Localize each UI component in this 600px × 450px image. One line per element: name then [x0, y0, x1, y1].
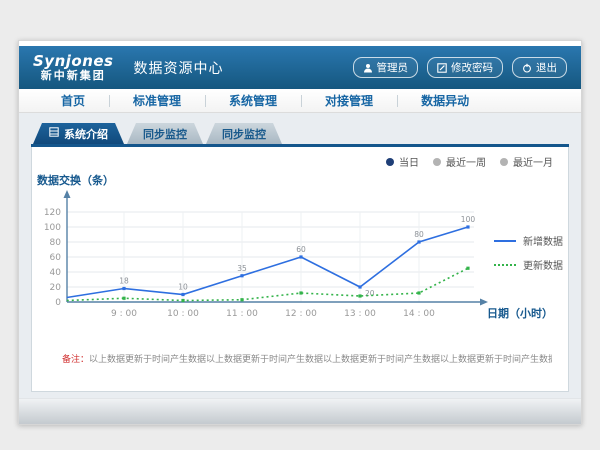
screen: Synjones 新中新集团 数据资源中心 管理员 修改密码 [0, 0, 600, 450]
svg-text:80: 80 [414, 230, 424, 239]
user-icon [363, 63, 373, 73]
legend-new-data: 新增数据 [494, 233, 563, 248]
admin-user-label: 管理员 [377, 60, 409, 75]
radio-unselected-icon [433, 158, 441, 166]
nav-item-system-mgmt[interactable]: 系统管理 [205, 92, 301, 109]
tab-system-intro[interactable]: 系统介绍 [33, 123, 124, 144]
footnote-text: 以上数据更新于时间产生数据以上数据更新于时间产生数据以上数据更新于时间产生数据以… [89, 355, 552, 365]
tab-label: 同步监控 [222, 126, 266, 142]
svg-text:20: 20 [365, 289, 375, 298]
svg-text:120: 120 [44, 208, 61, 218]
svg-text:100: 100 [461, 215, 476, 224]
svg-text:9 : 00: 9 : 00 [111, 309, 137, 319]
svg-text:数据交换（条）: 数据交换（条） [37, 173, 114, 187]
radio-unselected-icon [500, 158, 508, 166]
svg-text:40: 40 [50, 268, 62, 278]
logout-label: 退出 [536, 60, 557, 75]
data-exchange-line-chart: 0 20 40 60 80 100 120 9 : 00 10 : 00 11 : 00 12 : … [32, 167, 572, 325]
svg-text:35: 35 [237, 264, 247, 273]
nav-item-home[interactable]: 首页 [37, 92, 109, 109]
tab-sync-monitor-1[interactable]: 同步监控 [127, 123, 203, 144]
svg-text:0: 0 [55, 298, 61, 308]
green-dotted-swatch [494, 264, 516, 266]
tab-label: 同步监控 [143, 126, 187, 142]
footnote: 备注：以上数据更新于时间产生数据以上数据更新于时间产生数据以上数据更新于时间产生… [62, 352, 552, 365]
svg-text:10: 10 [178, 283, 188, 292]
svg-text:14 : 00: 14 : 00 [403, 309, 435, 319]
main-nav: 首页 标准管理 系统管理 对接管理 数据异动 [19, 89, 581, 113]
svg-text:11 : 00: 11 : 00 [226, 309, 258, 319]
company-logo[interactable]: Synjones 新中新集团 [33, 54, 114, 81]
app-header: Synjones 新中新集团 数据资源中心 管理员 修改密码 [19, 46, 581, 89]
radio-selected-icon [386, 158, 394, 166]
admin-user-button[interactable]: 管理员 [353, 57, 419, 78]
svg-text:13 : 00: 13 : 00 [344, 309, 376, 319]
edit-icon [437, 63, 447, 73]
change-password-label: 修改密码 [451, 60, 493, 75]
svg-text:100: 100 [44, 223, 61, 233]
tab-label: 系统介绍 [64, 126, 108, 142]
svg-text:60: 60 [50, 253, 62, 263]
logo-text-en: Synjones [33, 54, 114, 70]
nav-item-interface-mgmt[interactable]: 对接管理 [301, 92, 397, 109]
document-grid-icon [49, 127, 59, 140]
portal-page: Synjones 新中新集团 数据资源中心 管理员 修改密码 [18, 40, 582, 425]
svg-text:18: 18 [119, 277, 129, 286]
chart-panel: 当日 最近一周 最近一月 0204060801001209 : 0010 : 0… [31, 147, 569, 392]
svg-text:60: 60 [296, 245, 306, 254]
nav-item-data-change[interactable]: 数据异动 [397, 92, 493, 109]
svg-text:12 : 00: 12 : 00 [285, 309, 317, 319]
nav-item-standard-mgmt[interactable]: 标准管理 [109, 92, 205, 109]
change-password-button[interactable]: 修改密码 [427, 57, 503, 78]
svg-text:10 : 00: 10 : 00 [167, 309, 199, 319]
page-footer [19, 398, 581, 424]
logout-button[interactable]: 退出 [512, 57, 567, 78]
power-icon [522, 63, 532, 73]
svg-text:20: 20 [50, 283, 62, 293]
chart-wrap: 0 20 40 60 80 100 120 9 : 00 10 : 00 11 : 00 12 : … [32, 167, 572, 329]
app-title: 数据资源中心 [134, 58, 224, 78]
svg-text:日期（小时）: 日期（小时） [487, 306, 553, 320]
legend-updated-data: 更新数据 [494, 257, 563, 272]
footnote-label: 备注： [62, 355, 89, 365]
legend-label: 新增数据 [523, 233, 563, 248]
tab-sync-monitor-2[interactable]: 同步监控 [206, 123, 282, 144]
chart-legend: 新增数据 更新数据 [494, 233, 563, 272]
tab-bar: 系统介绍 同步监控 同步监控 [31, 123, 569, 147]
legend-label: 更新数据 [523, 257, 563, 272]
content-area: 系统介绍 同步监控 同步监控 当日 最近一周 [19, 113, 581, 398]
logo-text-cn: 新中新集团 [41, 70, 106, 82]
blue-line-swatch [494, 240, 516, 242]
svg-text:80: 80 [50, 238, 62, 248]
